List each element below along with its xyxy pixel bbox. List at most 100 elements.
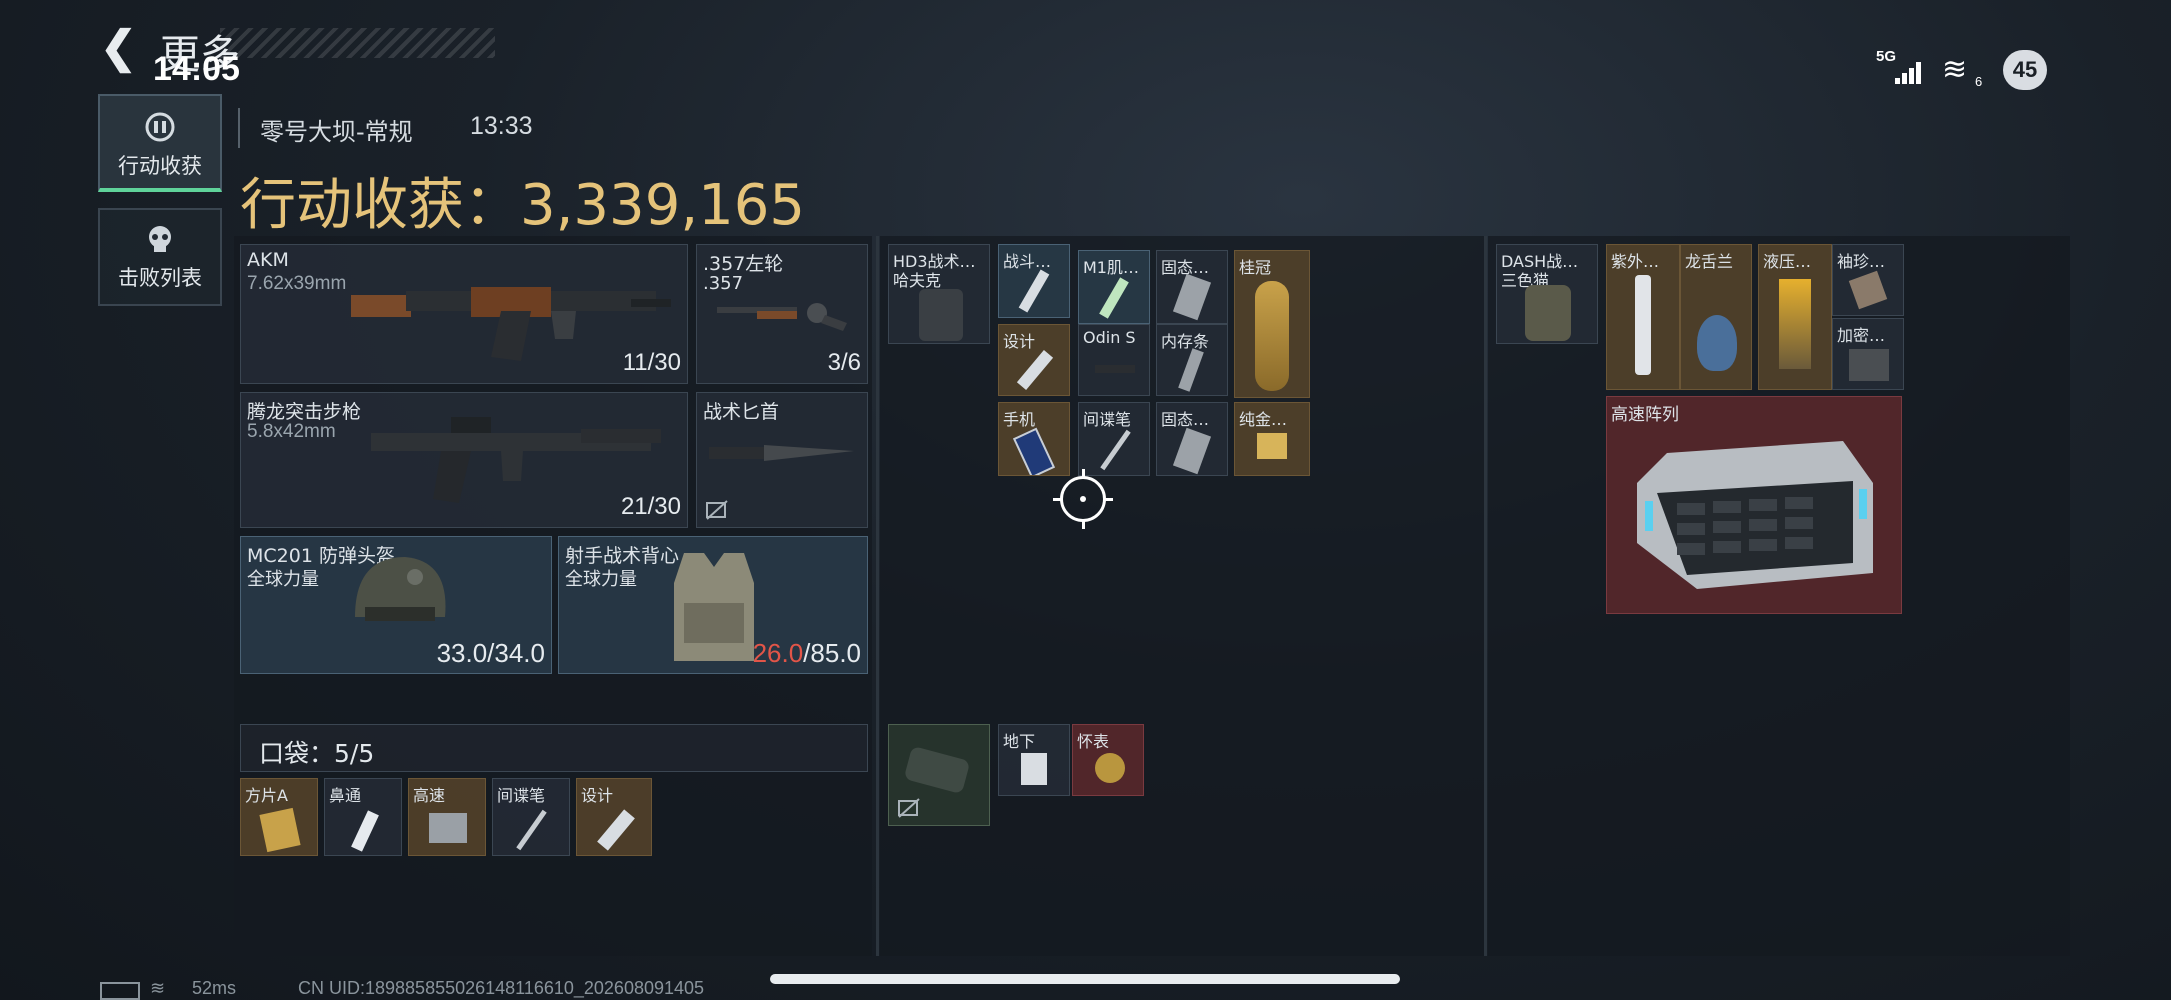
no-insure-icon bbox=[706, 500, 728, 520]
pocket-label: 口袋：5/5 bbox=[259, 739, 375, 768]
weapon-caliber: 7.62x39mm bbox=[247, 273, 347, 294]
gear-slot-helmet[interactable]: MC201 防弹头盔 全球力量 33.0/34.0 bbox=[240, 536, 552, 674]
uid: CN UID:18988585502614811661​0_2026080914… bbox=[298, 978, 705, 998]
encrypted-drive-icon bbox=[1849, 349, 1889, 381]
uv-lamp-icon bbox=[1635, 275, 1651, 375]
signal-icon bbox=[1895, 60, 1925, 84]
chest-item[interactable]: 战斗… bbox=[998, 244, 1070, 318]
item-name: 液压… bbox=[1763, 252, 1812, 271]
ping: 52ms bbox=[192, 978, 237, 998]
item-brand: 哈夫克 bbox=[893, 271, 942, 290]
server-array-icon bbox=[1637, 441, 1873, 589]
pocket-item[interactable]: 高速 bbox=[408, 778, 486, 856]
item-name: 袖珍… bbox=[1837, 252, 1886, 271]
item-name: 高速 bbox=[413, 786, 446, 805]
home-indicator[interactable] bbox=[770, 974, 1400, 984]
item-name: 怀表 bbox=[1077, 732, 1110, 751]
durability: 33.0/34.0 bbox=[436, 638, 545, 668]
item-name: 桂冠 bbox=[1239, 258, 1272, 277]
chest-item[interactable]: 固态… bbox=[1156, 250, 1228, 324]
pocket-watch-icon bbox=[1095, 753, 1125, 783]
item-name: 鼻通 bbox=[329, 786, 362, 805]
weapon-name: 战术匕首 bbox=[703, 401, 780, 423]
backpack-item[interactable]: 加密… bbox=[1832, 318, 1904, 390]
safebox-slot[interactable] bbox=[888, 724, 990, 826]
chest-item[interactable]: 固态… bbox=[1156, 402, 1228, 476]
back-arrow-icon[interactable]: ❮ bbox=[100, 22, 137, 73]
wifi-footer-icon: ≋ bbox=[150, 978, 166, 998]
gear-slot-armor[interactable]: 射手战术背心 全球力量 26.0/85.0 bbox=[558, 536, 868, 674]
pocket-item[interactable]: 方片A bbox=[240, 778, 318, 856]
weapon-slot-melee[interactable]: 战术匕首 bbox=[696, 392, 868, 528]
battery-badge: 45 bbox=[2003, 50, 2047, 90]
chest-rig-icon bbox=[919, 289, 963, 341]
vest-icon bbox=[674, 553, 754, 661]
syringe-icon bbox=[1018, 269, 1050, 313]
safebox-item[interactable]: 怀表 bbox=[1072, 724, 1144, 796]
wifi-number: 6 bbox=[1975, 74, 1983, 89]
weapon-caliber: .357 bbox=[703, 273, 744, 294]
clock: 14:05 bbox=[153, 50, 240, 88]
weapon-slot-secondary[interactable]: 腾龙突击步枪 5.8x42mm 21/30 bbox=[240, 392, 688, 528]
pocket-item-icon bbox=[1848, 270, 1888, 310]
match-duration: 13:33 bbox=[470, 112, 533, 140]
weapon-name: .357左轮 bbox=[703, 253, 784, 275]
backpack-item-large[interactable]: 高速阵列 bbox=[1606, 396, 1902, 614]
ssd-icon bbox=[1172, 427, 1212, 475]
chest-item[interactable]: 设计 bbox=[998, 324, 1070, 396]
item-name: 纯金… bbox=[1239, 410, 1288, 429]
backpack-item[interactable]: 紫外… bbox=[1606, 244, 1680, 390]
tab-loot[interactable]: 行动收获 bbox=[98, 94, 222, 192]
weapon-name: 腾龙突击步枪 bbox=[247, 401, 362, 423]
tab-kills[interactable]: 击败列表 bbox=[98, 208, 222, 306]
backpack-item[interactable]: 袖珍… bbox=[1832, 244, 1904, 316]
item-name: 紫外… bbox=[1611, 252, 1660, 271]
revolver-icon bbox=[717, 303, 847, 331]
pocket-item[interactable]: 间谍笔 bbox=[492, 778, 570, 856]
item-name: 高速阵列 bbox=[1611, 405, 1679, 425]
loot-total: 行动收获：3,339,165 bbox=[240, 173, 806, 238]
weapon-slot-primary[interactable]: AKM 7.62x39mm 11/30 bbox=[240, 244, 688, 384]
scope-icon bbox=[1095, 365, 1135, 373]
backpack-slot[interactable]: DASH战… 三色猫 bbox=[1496, 244, 1598, 344]
drive-icon bbox=[429, 813, 467, 843]
chest-item[interactable]: Odin S bbox=[1078, 324, 1150, 396]
safebox-item[interactable]: 地下 bbox=[998, 724, 1070, 796]
chest-item[interactable]: M1肌… bbox=[1078, 250, 1150, 324]
weapon-slot-sidearm[interactable]: .357左轮 .357 3/6 bbox=[696, 244, 868, 384]
backpack-item[interactable]: 液压… bbox=[1758, 244, 1832, 390]
laurel-icon bbox=[1255, 281, 1289, 391]
no-insure-icon bbox=[898, 798, 920, 818]
item-name: 地下 bbox=[1003, 732, 1036, 751]
chest-item[interactable]: 内存条 bbox=[1156, 324, 1228, 396]
ssd-icon bbox=[1172, 273, 1212, 321]
pen-icon bbox=[516, 809, 547, 851]
weapon-caliber: 5.8x42mm bbox=[247, 421, 336, 442]
knife-icon bbox=[709, 445, 854, 461]
blueprint-icon bbox=[597, 809, 635, 851]
chest-item[interactable]: 手机 bbox=[998, 402, 1070, 476]
skull-icon bbox=[100, 224, 220, 256]
pocket-item[interactable]: 设计 bbox=[576, 778, 652, 856]
safebox-icon bbox=[903, 745, 971, 795]
network-label: 5G bbox=[1876, 48, 1897, 65]
gear-brand: 全球力量 bbox=[247, 569, 319, 590]
chest-item[interactable]: 间谍笔 bbox=[1078, 402, 1150, 476]
tab-kills-label: 击败列表 bbox=[118, 266, 202, 290]
header-stripe-decoration bbox=[220, 28, 495, 58]
chest-rig-slot[interactable]: HD3战术… 哈夫克 bbox=[888, 244, 990, 344]
inhaler-icon bbox=[351, 810, 379, 852]
backpack-icon bbox=[1525, 285, 1571, 341]
pocket-item[interactable]: 鼻通 bbox=[324, 778, 402, 856]
gear-name: 射手战术背心 bbox=[565, 545, 680, 567]
item-name: 固态… bbox=[1161, 258, 1210, 277]
tequila-bottle-icon bbox=[1697, 315, 1737, 371]
item-name: 间谍笔 bbox=[1083, 410, 1132, 429]
battery-footer-icon bbox=[100, 982, 140, 1000]
chest-item[interactable]: 桂冠 bbox=[1234, 250, 1310, 398]
durability: 26.0/85.0 bbox=[752, 638, 861, 668]
item-name: 加密… bbox=[1837, 326, 1886, 345]
chest-item[interactable]: 纯金… bbox=[1234, 402, 1310, 476]
backpack-item[interactable]: 龙舌兰 bbox=[1680, 244, 1752, 390]
item-name: 间谍笔 bbox=[497, 786, 546, 805]
